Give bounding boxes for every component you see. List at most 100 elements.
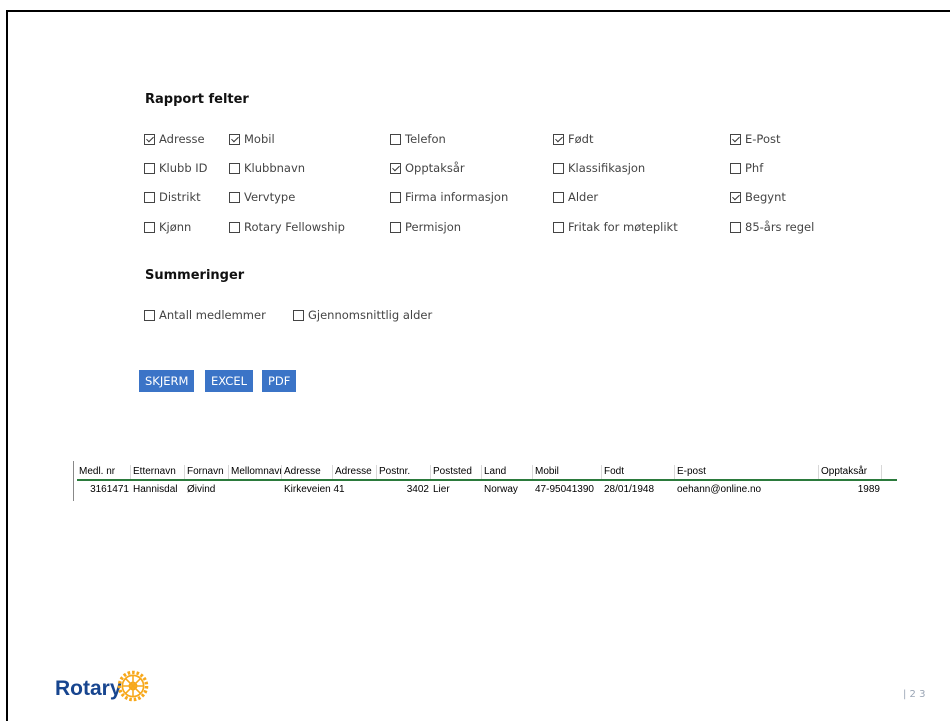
checkbox-label: Adresse [159,132,205,146]
checkbox-icon[interactable] [144,133,155,145]
checkbox-icon[interactable] [390,221,401,233]
checkbox-icon[interactable] [553,162,564,174]
checkbox-icon[interactable] [730,191,741,203]
checkbox-vervtype[interactable]: Vervtype [229,190,295,204]
checkbox-kjonn[interactable]: Kjønn [144,220,191,234]
checkbox-firma-informasjon[interactable]: Firma informasjon [390,190,508,204]
screen-button[interactable]: SKJERM [139,370,195,392]
table-cell [229,483,282,497]
checkbox-icon[interactable] [144,221,155,233]
table-header-cell: Fodt [602,465,675,479]
table-header-cell: Mellomnavn [231,465,282,479]
checkbox-phf[interactable]: Phf [730,161,763,175]
checkbox-icon[interactable] [553,133,564,145]
checkbox-label: Antall medlemmer [159,308,266,322]
checkbox-alder[interactable]: Alder [553,190,598,204]
checkbox-adresse[interactable]: Adresse [144,132,205,146]
table-cell: Kirkeveien 41 [284,484,345,495]
checkbox-mobil[interactable]: Mobil [229,132,275,146]
table-cell: 47-95041390 [535,484,594,495]
checkbox-label: Klubb ID [159,161,208,175]
spreadsheet-preview: Medl. nr Etternavn Fornavn Mellomnavn Ad… [73,461,897,501]
checkbox-label: Rotary Fellowship [244,220,345,234]
checkbox-icon[interactable] [229,191,240,203]
table-cell: 3161471 [90,484,129,495]
table-row: 3161471 Hannisdal Øivind Kirkeveien 41 3… [77,483,897,497]
checkbox-label: Mobil [244,132,275,146]
table-cell: 28/01/1948 [604,484,655,495]
checkbox-distrikt[interactable]: Distrikt [144,190,201,204]
checkbox-klassifikasjon[interactable]: Klassifikasjon [553,161,645,175]
checkbox-label: Gjennomsnittlig alder [308,308,433,322]
summaries-title: Summeringer [145,268,245,283]
checkbox-fritak-for-moteplikt[interactable]: Fritak for møteplikt [553,220,678,234]
table-header-cell: Land [482,465,533,479]
rotary-logo-text: Rotary [55,677,122,700]
checkbox-label: Phf [745,161,764,175]
checkbox-begynt[interactable]: Begynt [730,190,786,204]
table-header-cell: Medl. nr [77,465,131,479]
table-header-cell: Opptaksår [819,465,882,479]
table-cell: 1989 [857,484,880,495]
checkbox-gjennomsnittlig-alder[interactable]: Gjennomsnittlig alder [293,308,432,322]
checkbox-icon[interactable] [730,133,741,145]
checkbox-label: 85-års regel [745,220,815,234]
checkbox-telefon[interactable]: Telefon [390,132,446,146]
checkbox-icon[interactable] [390,191,401,203]
checkbox-klubb-id[interactable]: Klubb ID [144,161,208,175]
checkbox-icon[interactable] [144,191,155,203]
checkbox-permisjon[interactable]: Permisjon [390,220,461,234]
checkbox-label: Fritak for møteplikt [568,220,678,234]
checkbox-rotary-fellowship[interactable]: Rotary Fellowship [229,220,345,234]
table-cell: 3402 [406,484,429,495]
table-header-cell: Adresse [282,465,333,479]
table-header-cell: Fornavn [185,465,229,479]
checkbox-icon[interactable] [229,221,240,233]
checkbox-label: E-Post [745,132,781,146]
checkbox-antall-medlemmer[interactable]: Antall medlemmer [144,308,266,322]
report-fields-title: Rapport felter [145,92,249,107]
checkbox-epost[interactable]: E-Post [730,132,780,146]
table-cell: Lier [433,484,450,495]
checkbox-opptaksar[interactable]: Opptaksår [390,161,465,175]
checkbox-fodt[interactable]: Født [553,132,593,146]
checkbox-label: Kjønn [159,220,192,234]
checkbox-label: Vervtype [244,190,296,204]
pdf-button[interactable]: PDF [262,370,297,392]
checkbox-icon[interactable] [553,221,564,233]
checkbox-icon[interactable] [144,162,155,174]
table-header-cell: E-post [675,465,819,479]
checkbox-icon[interactable] [390,162,401,174]
slide-frame [6,10,950,721]
checkbox-icon[interactable] [144,309,155,321]
excel-button[interactable]: EXCEL [205,370,254,392]
table-cell: Hannisdal [133,484,178,495]
checkbox-icon[interactable] [229,133,240,145]
checkbox-label: Klubbnavn [244,161,306,175]
table-header-cell: Postnr. [377,465,431,479]
table-header-cell: Mobil [533,465,602,479]
checkbox-klubbnavn[interactable]: Klubbnavn [229,161,305,175]
checkbox-label: Født [568,132,594,146]
checkbox-icon[interactable] [730,162,741,174]
table-cell: Norway [484,484,518,495]
table-cell: oehann@online.no [677,484,762,495]
table-header-cell: Adresse [333,465,377,479]
checkbox-icon[interactable] [553,191,564,203]
table-header-cell: Poststed [431,465,482,479]
checkbox-label: Alder [568,190,599,204]
checkbox-icon[interactable] [229,162,240,174]
checkbox-label: Firma informasjon [405,190,509,204]
checkbox-label: Distrikt [159,190,201,204]
checkbox-icon[interactable] [390,133,401,145]
checkbox-85-ars-regel[interactable]: 85-års regel [730,220,814,234]
rotary-wheel-icon [117,670,149,702]
checkbox-label: Klassifikasjon [568,161,646,175]
table-header-cell: Etternavn [131,465,185,479]
checkbox-icon[interactable] [293,309,304,321]
checkbox-label: Begynt [745,190,786,204]
page-number: | 2 3 [903,689,926,700]
checkbox-label: Telefon [405,132,446,146]
table-cell: Øivind [187,484,216,495]
checkbox-icon[interactable] [730,221,741,233]
